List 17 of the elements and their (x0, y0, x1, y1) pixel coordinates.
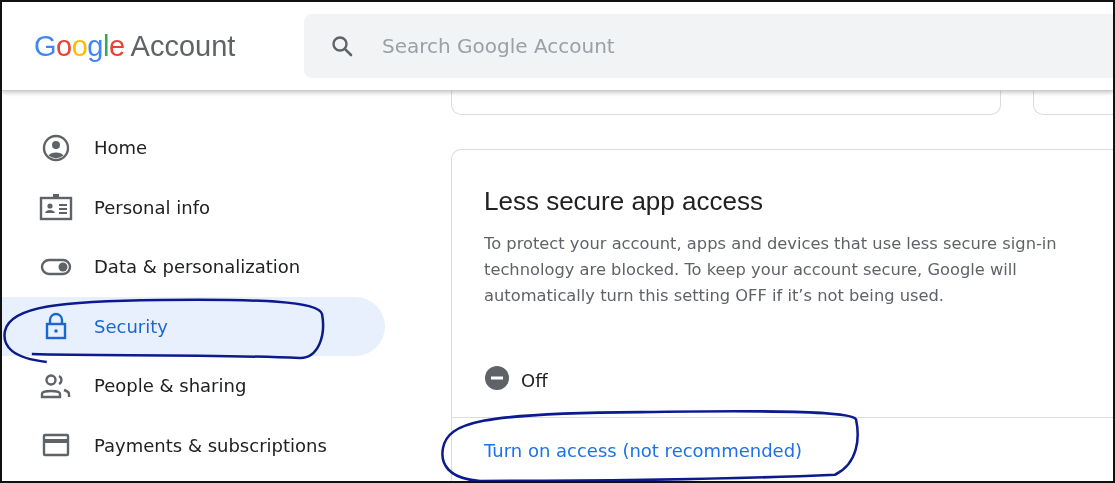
people-icon (40, 372, 72, 399)
sidebar-item[interactable]: Personal info (2, 177, 385, 237)
card-description: To protect your account, apps and devices that use less secure sign-in technology are blocked. To keep your account secure, Google will automatically turn this setting OFF if it’s not being used. (484, 233, 1058, 307)
sidebar-item[interactable]: Home (2, 118, 385, 178)
lock-icon (44, 312, 68, 341)
card-icon (42, 433, 70, 458)
sidebar-item[interactable]: Payments & subscriptions (2, 415, 385, 475)
status-label: Off (521, 369, 548, 391)
google-account-logo[interactable]: Google Account (34, 29, 302, 63)
sidebar-item[interactable]: Security (2, 296, 385, 356)
toggle-icon (40, 256, 72, 277)
sidebar-item[interactable]: People & sharing (2, 356, 385, 416)
id-card-icon (39, 193, 73, 222)
sidebar-item[interactable]: Data & personalization (2, 237, 385, 297)
account-circle-icon (42, 133, 70, 162)
search-field[interactable]: Search Google Account (304, 14, 1113, 78)
card-title: Less secure app access (484, 186, 764, 217)
